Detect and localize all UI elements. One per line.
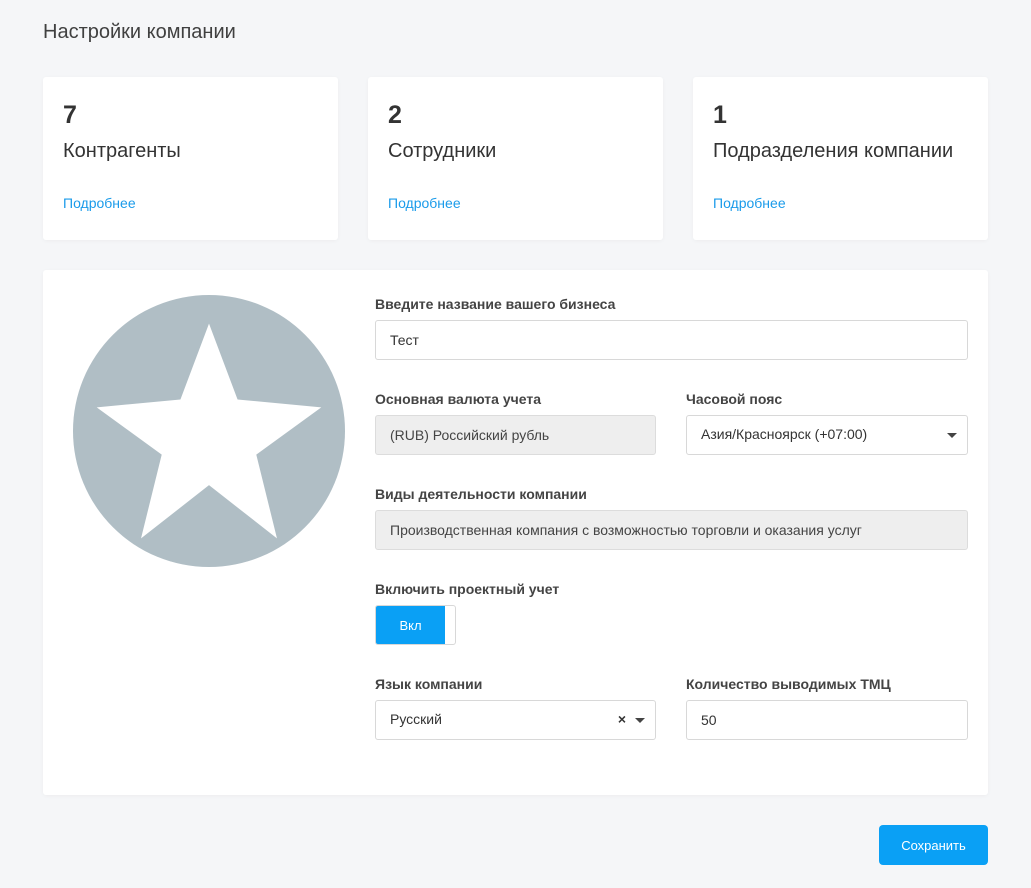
page-title: Настройки компании <box>43 21 236 43</box>
card-employees: 2 Сотрудники Подробнее <box>368 77 663 240</box>
employees-more-link[interactable]: Подробнее <box>388 195 461 211</box>
chevron-down-icon <box>947 433 957 438</box>
project-accounting-label: Включить проектный учет <box>375 581 560 597</box>
items-count-value: 50 <box>701 712 717 728</box>
language-select[interactable]: Русский × <box>375 700 656 740</box>
language-label: Язык компании <box>375 676 483 692</box>
card-count: 2 <box>388 101 402 129</box>
chevron-down-icon <box>635 718 645 723</box>
activity-value: Производственная компания с возможностью… <box>390 522 862 538</box>
toggle-on-label: Вкл <box>376 606 445 644</box>
card-count: 7 <box>63 101 77 129</box>
card-departments: 1 Подразделения компании Подробнее <box>693 77 988 240</box>
save-button[interactable]: Сохранить <box>879 825 988 865</box>
activity-field: Производственная компания с возможностью… <box>375 510 968 550</box>
language-value: Русский <box>390 711 442 727</box>
card-label: Контрагенты <box>63 140 181 162</box>
timezone-select[interactable]: Азия/Красноярск (+07:00) <box>686 415 968 455</box>
company-settings-panel: Введите название вашего бизнеса Тест Осн… <box>43 270 988 795</box>
card-label: Сотрудники <box>388 140 497 162</box>
timezone-value: Азия/Красноярск (+07:00) <box>701 426 868 442</box>
business-name-label: Введите название вашего бизнеса <box>375 296 616 312</box>
currency-label: Основная валюта учета <box>375 391 541 407</box>
card-counterparties: 7 Контрагенты Подробнее <box>43 77 338 240</box>
items-count-label: Количество выводимых ТМЦ <box>686 676 891 692</box>
currency-value: (RUB) Российский рубль <box>390 427 550 443</box>
business-name-input[interactable]: Тест <box>375 320 968 360</box>
close-icon[interactable]: × <box>618 701 626 737</box>
card-count: 1 <box>713 101 727 129</box>
business-name-value: Тест <box>390 332 419 348</box>
activity-label: Виды деятельности компании <box>375 486 587 502</box>
currency-field: (RUB) Российский рубль <box>375 415 656 455</box>
project-accounting-toggle[interactable]: Вкл <box>375 605 456 645</box>
star-icon <box>96 323 322 539</box>
items-count-input[interactable]: 50 <box>686 700 968 740</box>
counterparties-more-link[interactable]: Подробнее <box>63 195 136 211</box>
company-avatar[interactable] <box>73 295 345 567</box>
card-label: Подразделения компании <box>713 140 954 162</box>
departments-more-link[interactable]: Подробнее <box>713 195 786 211</box>
timezone-label: Часовой пояс <box>686 391 783 407</box>
